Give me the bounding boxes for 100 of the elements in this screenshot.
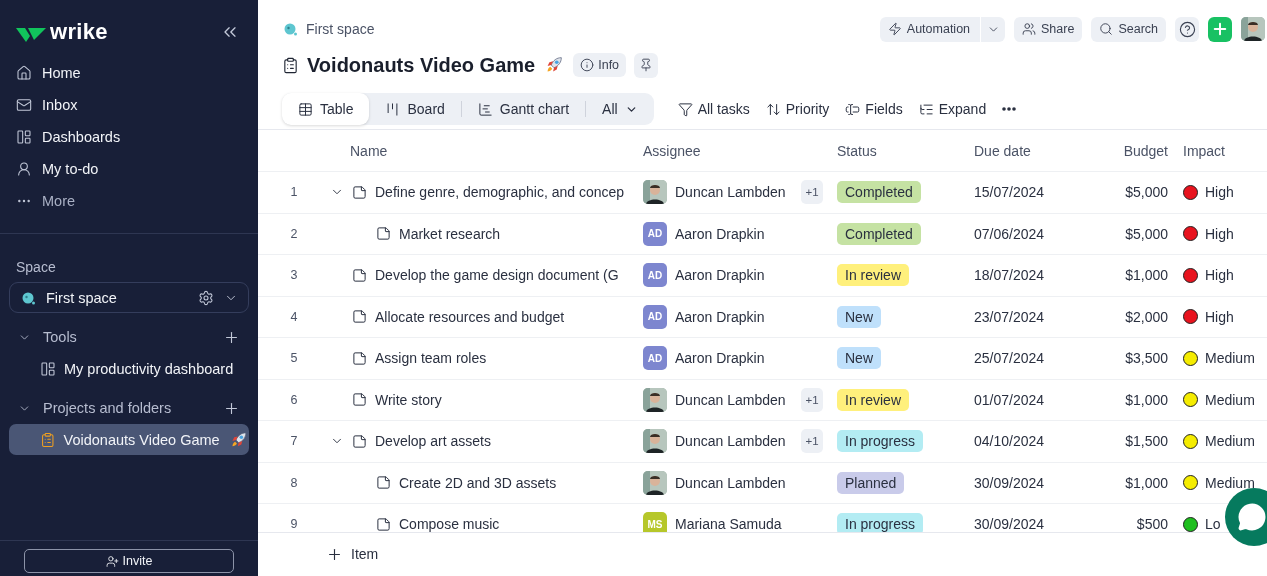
column-header[interactable]: Budget	[1084, 142, 1168, 159]
status-tag[interactable]: Completed	[837, 222, 921, 245]
status-tag[interactable]: In review	[837, 264, 910, 287]
toolbar-button[interactable]: Fields	[845, 101, 903, 117]
planet-icon	[282, 21, 298, 37]
assignee-name: Aaron Drapkin	[675, 308, 765, 325]
impact-label: High	[1205, 267, 1234, 284]
impact-label: Lo	[1205, 516, 1221, 532]
task-name[interactable]: Write story	[375, 391, 442, 408]
assignee-name: Duncan Lambden	[675, 391, 786, 408]
space-selector[interactable]: First space	[9, 282, 249, 313]
task-name[interactable]: Compose music	[399, 516, 500, 532]
column-header[interactable]: Assignee	[643, 142, 837, 159]
pin-icon	[639, 58, 654, 72]
more-assignees-count[interactable]: +1	[801, 429, 823, 454]
due-date: 04/10/2024	[974, 433, 1046, 450]
impact-label: Medium	[1205, 391, 1255, 408]
task-icon	[352, 433, 367, 449]
assignee-name: Aaron Drapkin	[675, 350, 765, 367]
plus-icon	[1211, 20, 1229, 38]
add-item-button[interactable]: Item	[326, 545, 379, 563]
clipboard-icon	[40, 431, 56, 448]
chat-button[interactable]	[1225, 488, 1267, 546]
assignee-name: Aaron Drapkin	[675, 225, 765, 242]
budget-value: $3,500	[1124, 350, 1168, 367]
tree-item[interactable]: My productivity dashboard	[9, 353, 249, 384]
row-number: 7	[289, 434, 299, 449]
task-name[interactable]: Develop art assets	[375, 433, 491, 450]
due-date: 07/06/2024	[974, 225, 1046, 242]
dashboard-icon	[16, 129, 32, 145]
invite-button[interactable]: Invite	[24, 549, 234, 573]
dashboard-icon	[40, 360, 56, 377]
more-assignees-count[interactable]: +1	[801, 180, 823, 205]
status-tag[interactable]: In progress	[837, 430, 924, 453]
toolbar-button[interactable]: All tasks	[677, 101, 750, 117]
help-button[interactable]	[1175, 16, 1199, 42]
search-icon	[1099, 22, 1114, 36]
status-tag[interactable]: Completed	[837, 181, 921, 204]
nav-item[interactable]: Dashboards	[0, 121, 258, 153]
person-icon	[16, 161, 32, 177]
budget-value: $2,000	[1124, 308, 1168, 325]
initials-avatar: AD	[643, 304, 667, 329]
nav-item[interactable]: Inbox	[0, 89, 258, 121]
view-tab[interactable]: Board	[369, 93, 461, 125]
assignee-name: Duncan Lambden	[675, 184, 786, 201]
row-number: 2	[289, 226, 299, 241]
table-icon	[298, 101, 313, 117]
row-number: 9	[289, 517, 299, 532]
task-icon	[376, 226, 391, 242]
automation-button[interactable]: Automation	[879, 16, 981, 42]
task-name[interactable]: Define genre, demographic, and concep	[375, 184, 625, 201]
share-button[interactable]: Share	[1014, 16, 1083, 42]
task-name[interactable]: Market research	[399, 225, 501, 242]
nav-item[interactable]: Home	[0, 57, 258, 89]
more-button[interactable]	[1002, 107, 1017, 111]
brand-name: wrike	[50, 19, 108, 45]
tree-section[interactable]: Tools	[0, 321, 258, 353]
toolbar-button[interactable]: Priority	[765, 101, 830, 117]
section-label: Tools	[43, 329, 78, 345]
tree-section[interactable]: Projects and folders	[0, 392, 258, 424]
task-name[interactable]: Assign team roles	[375, 350, 487, 367]
column-header[interactable]: Name	[330, 142, 643, 159]
home-icon	[16, 65, 32, 81]
breadcrumb-link[interactable]: First space	[282, 21, 375, 37]
row-number: 3	[289, 268, 299, 283]
toolbar-button[interactable]: Expand	[918, 101, 987, 117]
view-tab[interactable]: Table	[282, 93, 370, 125]
status-tag[interactable]: In progress	[837, 513, 924, 532]
tree-item[interactable]: Voidonauts Video Game	[9, 424, 249, 455]
more-assignees-count[interactable]: +1	[801, 387, 823, 412]
search-button[interactable]: Search	[1091, 16, 1166, 42]
status-tag[interactable]: Planned	[837, 471, 905, 494]
settings-icon	[198, 289, 214, 306]
status-tag[interactable]: New	[837, 305, 881, 328]
column-header[interactable]: Status	[837, 142, 974, 159]
due-date: 18/07/2024	[974, 267, 1046, 284]
row-number: 1	[289, 185, 299, 200]
nav-item[interactable]: My to-do	[0, 153, 258, 185]
assignee-name: Aaron Drapkin	[675, 267, 765, 284]
info-button[interactable]: Info	[573, 53, 627, 77]
assignee-name: Duncan Lambden	[675, 474, 786, 491]
gantt-icon	[477, 101, 493, 117]
view-tab[interactable]: Gantt chart	[461, 93, 586, 125]
budget-value: $1,000	[1124, 474, 1168, 491]
task-name[interactable]: Create 2D and 3D assets	[399, 474, 557, 491]
impact-label: Medium	[1205, 433, 1255, 450]
pin-button[interactable]	[634, 52, 659, 78]
task-icon	[352, 267, 367, 283]
budget-value: $1,500	[1124, 433, 1168, 450]
column-header[interactable]: Impact	[1168, 142, 1267, 159]
task-name[interactable]: Develop the game design document (G	[375, 267, 619, 284]
impact-label: High	[1205, 184, 1234, 201]
assignee-name: Duncan Lambden	[675, 433, 786, 450]
clipboard-icon	[282, 56, 299, 74]
nav-item[interactable]: More	[0, 185, 258, 217]
status-tag[interactable]: New	[837, 347, 881, 370]
column-header[interactable]: Due date	[974, 142, 1084, 159]
task-name[interactable]: Allocate resources and budget	[375, 308, 565, 325]
status-tag[interactable]: In review	[837, 388, 910, 411]
view-tab[interactable]: All	[586, 93, 654, 125]
